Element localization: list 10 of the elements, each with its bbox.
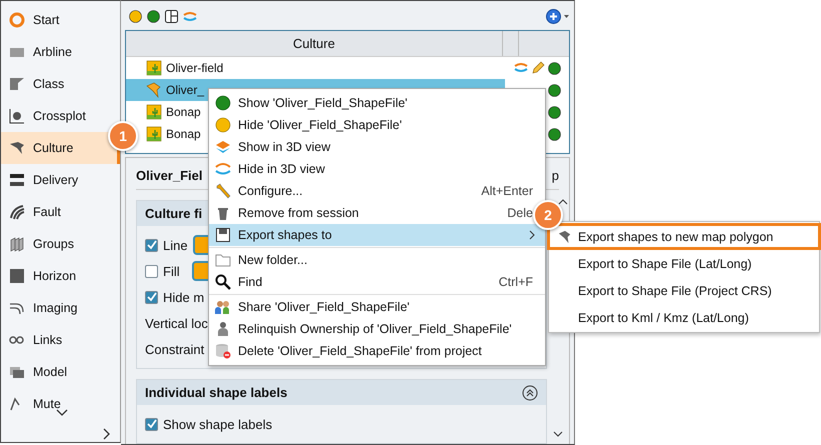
checkbox-label: Line xyxy=(163,238,188,252)
checkbox-label: Fill xyxy=(163,264,181,278)
checkbox-label: Show shape labels xyxy=(163,416,272,432)
group-title: Culture fi xyxy=(145,206,202,221)
panel-title: Oliver_Fiel xyxy=(136,168,202,183)
field-label: Constraint xyxy=(145,342,204,356)
group-title: Individual shape labels xyxy=(145,385,288,400)
checkbox-label: Hide m xyxy=(163,290,204,304)
field-label: Vertical loc xyxy=(145,316,208,330)
panel-title-end: p xyxy=(552,168,559,183)
